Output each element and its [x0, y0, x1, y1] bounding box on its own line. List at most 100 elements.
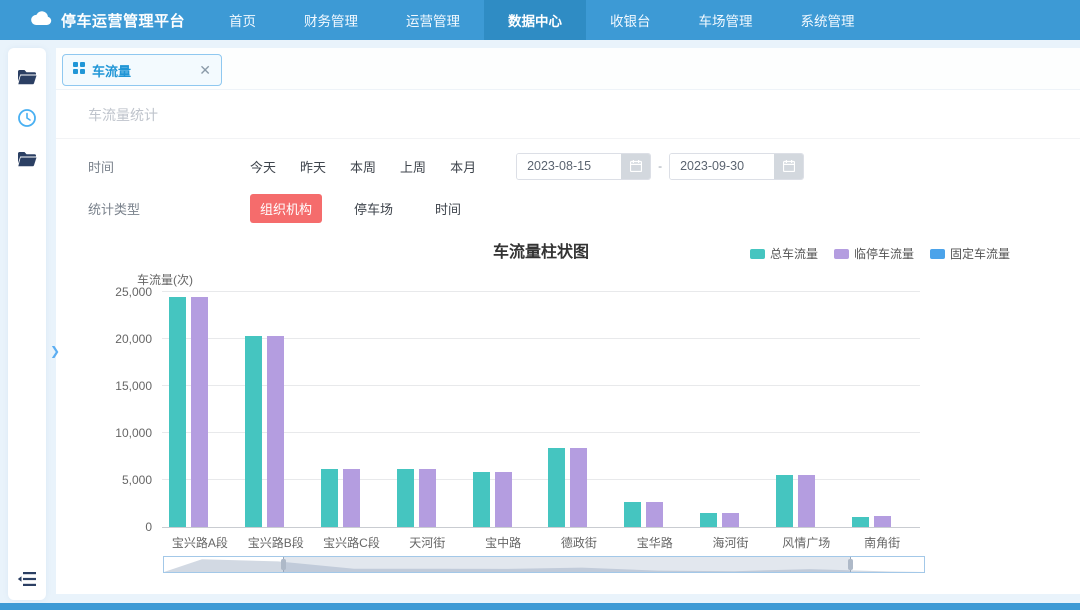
expand-panel-arrow[interactable]: ❯ [50, 344, 60, 358]
bar-总车流量 [473, 472, 490, 527]
folder-icon[interactable] [16, 148, 38, 170]
bar-临停车流量 [495, 472, 512, 527]
close-icon[interactable]: ✕ [199, 63, 211, 77]
nav-item-4[interactable]: 收银台 [586, 0, 675, 40]
panel-header: 车流量统计 [56, 90, 1080, 139]
content-panel: 车流量统计 时间 今天 昨天 本周 上周 本月 - [56, 90, 1080, 594]
legend-swatch [834, 249, 849, 259]
bar-临停车流量 [419, 469, 436, 527]
filters: 时间 今天昨天本周上周本月 - 统计类型 组 [56, 139, 1080, 229]
stat-type-options: 组织机构停车场时间 [250, 194, 471, 223]
folder-icon[interactable] [16, 66, 38, 88]
calendar-button[interactable] [774, 154, 803, 179]
icon-sidebar [8, 48, 46, 600]
nav-item-1[interactable]: 财务管理 [280, 0, 382, 40]
x-axis-labels: 宝兴路A段宝兴路B段宝兴路C段天河街宝中路德政街宝华路海河街风情广场南角街 [162, 534, 920, 550]
bar-总车流量 [169, 297, 186, 527]
y-axis-ticks: 05,00010,00015,00020,00025,000 [92, 293, 152, 528]
y-tick: 20,000 [92, 332, 152, 346]
bar-临停车流量 [722, 513, 739, 527]
gridline [162, 291, 920, 292]
x-tick: 南角街 [844, 534, 920, 551]
x-tick: 宝兴路C段 [314, 534, 390, 551]
time-filter-label: 时间 [88, 157, 250, 176]
x-tick: 风情广场 [768, 534, 844, 551]
top-navbar: 停车运营管理平台 首页财务管理运营管理数据中心收银台车场管理系统管理 [0, 0, 1080, 40]
legend-swatch [930, 249, 945, 259]
y-tick: 10,000 [92, 426, 152, 440]
x-tick: 宝华路 [617, 534, 693, 551]
type-option-0[interactable]: 组织机构 [250, 194, 322, 223]
nav-item-3[interactable]: 数据中心 [484, 0, 586, 40]
brand: 停车运营管理平台 [0, 10, 205, 31]
datazoom-handle-right[interactable] [848, 559, 853, 570]
bar-临停车流量 [874, 516, 891, 527]
x-tick: 天河街 [389, 534, 465, 551]
app-title: 停车运营管理平台 [61, 10, 185, 31]
bar-总车流量 [624, 502, 641, 527]
y-tick: 25,000 [92, 285, 152, 299]
bar-总车流量 [397, 469, 414, 527]
bar-总车流量 [776, 475, 793, 527]
legend-label: 临停车流量 [854, 245, 914, 262]
quick-date-options: 今天 昨天 本周 上周 本月 [250, 157, 476, 176]
chart-plot [162, 293, 920, 528]
type-option-1[interactable]: 停车场 [344, 194, 403, 223]
bar-临停车流量 [798, 475, 815, 527]
tab-label: 车流量 [92, 61, 192, 80]
date-from-input[interactable] [517, 154, 621, 179]
date-to-box [669, 153, 804, 180]
x-tick: 德政街 [541, 534, 617, 551]
y-tick: 0 [92, 520, 152, 534]
tab-traffic-flow[interactable]: 车流量 ✕ [62, 54, 222, 86]
nav-item-2[interactable]: 运营管理 [382, 0, 484, 40]
legend-item-2[interactable]: 固定车流量 [930, 245, 1010, 262]
nav-item-0[interactable]: 首页 [205, 0, 280, 40]
bar-临停车流量 [191, 297, 208, 527]
bar-临停车流量 [267, 336, 284, 527]
type-option-2[interactable]: 时间 [425, 194, 471, 223]
bottom-strip [0, 603, 1080, 610]
bar-总车流量 [852, 517, 869, 527]
legend-item-1[interactable]: 临停车流量 [834, 245, 914, 262]
x-tick: 宝兴路B段 [238, 534, 314, 551]
legend-item-0[interactable]: 总车流量 [750, 245, 818, 262]
bar-总车流量 [548, 448, 565, 527]
datazoom-slider[interactable] [163, 556, 925, 573]
main-nav: 首页财务管理运营管理数据中心收银台车场管理系统管理 [205, 0, 879, 40]
collapse-menu-icon[interactable] [16, 568, 38, 590]
tab-bar: 车流量 ✕ [56, 48, 1080, 90]
nav-item-6[interactable]: 系统管理 [777, 0, 879, 40]
type-filter-row: 统计类型 组织机构停车场时间 [88, 187, 1048, 229]
calendar-button[interactable] [621, 154, 650, 179]
y-tick: 5,000 [92, 473, 152, 487]
date-separator: - [658, 159, 662, 173]
quick-option-0[interactable]: 今天 [250, 157, 276, 176]
nav-item-5[interactable]: 车场管理 [675, 0, 777, 40]
y-tick: 15,000 [92, 379, 152, 393]
legend-swatch [750, 249, 765, 259]
type-filter-label: 统计类型 [88, 199, 250, 218]
bar-总车流量 [321, 469, 338, 527]
datazoom-handle-left[interactable] [281, 559, 286, 570]
clock-icon[interactable] [16, 107, 38, 129]
quick-option-4[interactable]: 本月 [450, 157, 476, 176]
bar-总车流量 [245, 336, 262, 527]
date-range: - [516, 153, 804, 180]
time-filter-row: 时间 今天 昨天 本周 上周 本月 - [88, 145, 1048, 187]
chart-legend: 总车流量 临停车流量 固定车流量 [750, 245, 1010, 262]
date-from-box [516, 153, 651, 180]
cloud-icon [30, 10, 52, 31]
legend-label: 固定车流量 [950, 245, 1010, 262]
x-tick: 海河街 [693, 534, 769, 551]
x-tick: 宝中路 [465, 534, 541, 551]
datazoom-window[interactable] [283, 557, 851, 572]
quick-option-2[interactable]: 本周 [350, 157, 376, 176]
date-to-input[interactable] [670, 154, 774, 179]
bar-临停车流量 [343, 469, 360, 527]
legend-label: 总车流量 [770, 245, 818, 262]
quick-option-3[interactable]: 上周 [400, 157, 426, 176]
bar-临停车流量 [570, 448, 587, 527]
panel-title: 车流量统计 [88, 107, 158, 123]
quick-option-1[interactable]: 昨天 [300, 157, 326, 176]
